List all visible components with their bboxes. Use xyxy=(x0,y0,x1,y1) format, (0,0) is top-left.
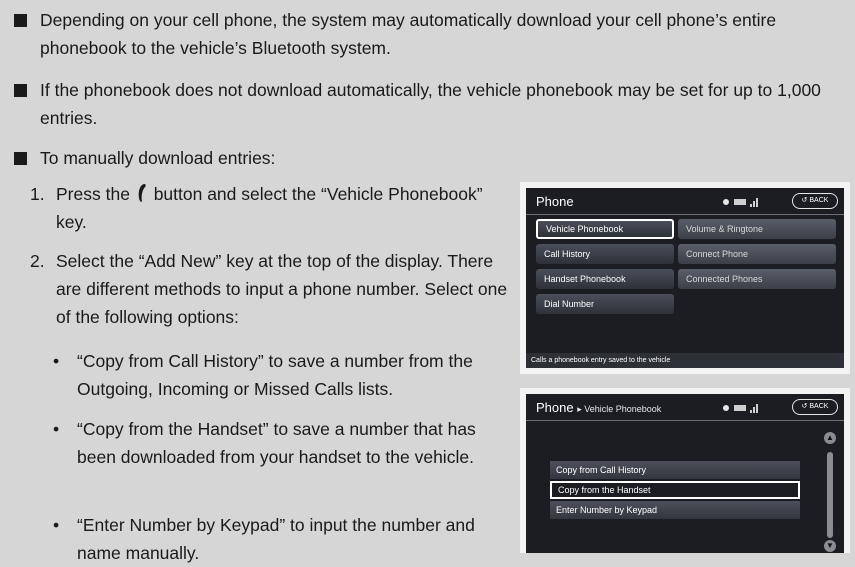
option-text: “Copy from the Handset” to save a number… xyxy=(77,419,476,467)
step-text: Select the “Add New” key at the top of t… xyxy=(56,251,508,327)
screen-footer-hint: Calls a phonebook entry saved to the veh… xyxy=(526,353,844,368)
breadcrumb: ▸ Vehicle Phonebook xyxy=(577,404,662,414)
call-history-key[interactable]: Call History xyxy=(536,244,674,264)
step-number: 1. xyxy=(30,184,45,204)
divider xyxy=(526,420,844,421)
back-button[interactable]: ↺ BACK xyxy=(792,193,838,209)
status-icons xyxy=(723,404,758,413)
connected-phones-key[interactable]: Connected Phones xyxy=(678,269,836,289)
dial-number-key[interactable]: Dial Number xyxy=(536,294,674,314)
scroll-down-icon[interactable]: ▼ xyxy=(824,540,836,552)
bullet-dot: • xyxy=(53,515,60,535)
connect-phone-key[interactable]: Connect Phone xyxy=(678,244,836,264)
vehicle-phonebook-screenshot: Phone ▸ Vehicle Phonebook ↺ BACK Copy fr… xyxy=(520,388,850,553)
divider xyxy=(526,214,844,215)
status-icons xyxy=(723,198,758,207)
scroll-up-icon[interactable]: ▲ xyxy=(824,432,836,444)
signal-icon xyxy=(750,404,758,413)
step-text: Press the button and select the “Vehicle… xyxy=(56,183,483,232)
vehicle-phonebook-screen: Phone ▸ Vehicle Phonebook ↺ BACK Copy fr… xyxy=(526,394,844,553)
screen-title: Phone ▸ Vehicle Phonebook xyxy=(536,400,662,415)
vehicle-phonebook-key[interactable]: Vehicle Phonebook xyxy=(536,219,674,239)
bluetooth-icon xyxy=(723,405,729,411)
scrollbar[interactable] xyxy=(827,452,833,538)
bluetooth-icon xyxy=(723,199,729,205)
step-number: 2. xyxy=(30,251,45,271)
bullet-dot: • xyxy=(53,351,60,371)
battery-icon xyxy=(734,199,746,205)
phone-handset-icon xyxy=(138,183,146,202)
manual-page: Depending on your cell phone, the system… xyxy=(0,0,855,563)
enter-number-by-keypad-option[interactable]: Enter Number by Keypad xyxy=(550,501,800,519)
back-arrow-icon: ↺ xyxy=(801,197,808,204)
back-arrow-icon: ↺ xyxy=(801,403,808,410)
bullet-dot: • xyxy=(53,419,60,439)
battery-icon xyxy=(734,405,746,411)
option-text: “Copy from Call History” to save a numbe… xyxy=(77,351,473,399)
phone-menu-screenshot: Phone ↺ BACK Vehicle Phonebook Call Hist… xyxy=(520,182,850,374)
handset-phonebook-key[interactable]: Handset Phonebook xyxy=(536,269,674,289)
phone-menu-screen: Phone ↺ BACK Vehicle Phonebook Call Hist… xyxy=(526,188,844,368)
copy-from-handset-option[interactable]: Copy from the Handset xyxy=(550,481,800,499)
bullet-text: To manually download entries: xyxy=(40,148,276,168)
bullet-text: Depending on your cell phone, the system… xyxy=(40,10,777,58)
bullet-square-icon xyxy=(14,14,27,27)
bullet-square-icon xyxy=(14,152,27,165)
back-button[interactable]: ↺ BACK xyxy=(792,399,838,415)
signal-icon xyxy=(750,198,758,207)
screen-title: Phone xyxy=(536,194,574,209)
volume-ringtone-key[interactable]: Volume & Ringtone xyxy=(678,219,836,239)
bullet-text: If the phonebook does not download autom… xyxy=(40,80,821,128)
option-text: “Enter Number by Keypad” to input the nu… xyxy=(77,515,475,563)
bullet-square-icon xyxy=(14,84,27,97)
copy-from-call-history-option[interactable]: Copy from Call History xyxy=(550,461,800,479)
